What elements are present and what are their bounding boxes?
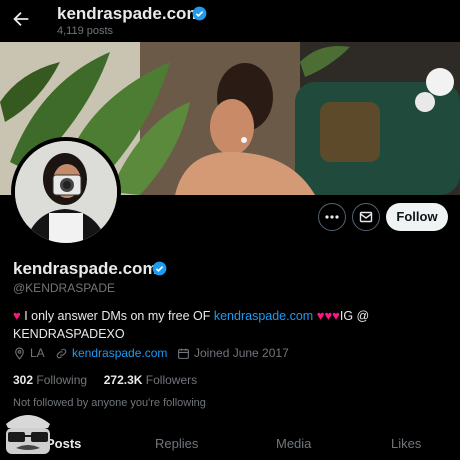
user-handle: @KENDRASPADE (13, 281, 115, 295)
join-date-text: Joined June 2017 (194, 346, 289, 360)
envelope-icon (359, 211, 373, 223)
display-name: kendraspade.com (13, 259, 158, 278)
follow-button[interactable]: Follow (386, 203, 448, 231)
heart-icon: ♥♥♥ (316, 308, 340, 323)
tab-media[interactable]: Media (276, 436, 311, 451)
bio-text: I only answer DMs on my free OF (24, 309, 211, 323)
tab-likes[interactable]: Likes (391, 436, 421, 451)
posts-count: 4,119 posts (57, 25, 114, 37)
calendar-icon (178, 348, 189, 359)
website[interactable]: kendraspade.com (55, 346, 167, 360)
avatar-photo (15, 141, 117, 243)
following-count: 302 (13, 373, 34, 387)
followers-label: Followers (145, 373, 198, 387)
followers-link[interactable]: 272.3K Followers (104, 373, 197, 387)
watermark-logo-icon (6, 415, 50, 454)
message-button[interactable] (352, 203, 380, 231)
bio-text: IG @ (339, 309, 370, 323)
followers-count: 272.3K (103, 373, 143, 387)
top-bar: kendraspade.com 4,119 posts (0, 0, 460, 42)
avatar[interactable] (11, 137, 121, 247)
heart-icon: ♥ (13, 308, 21, 323)
verified-badge-icon (152, 261, 167, 276)
link-icon (56, 348, 67, 358)
back-arrow-icon[interactable] (10, 8, 32, 30)
location: LA (13, 346, 45, 360)
more-options-button[interactable] (318, 203, 346, 231)
tab-replies[interactable]: Replies (155, 436, 198, 451)
follow-stats: 302 Following 272.3K Followers (13, 373, 197, 387)
profile-tabs: Posts Replies Media Likes (0, 428, 460, 460)
more-icon (325, 215, 339, 219)
header-title: kendraspade.com (57, 4, 202, 23)
location-text: LA (30, 346, 45, 360)
following-link[interactable]: 302 Following (13, 373, 87, 387)
verified-badge-icon (192, 6, 207, 21)
bio-text: KENDRASPADEXO (13, 327, 125, 341)
following-label: Following (36, 373, 88, 387)
location-pin-icon (15, 347, 24, 360)
bio: ♥ I only answer DMs on my free OF kendra… (13, 307, 443, 343)
join-date: Joined June 2017 (177, 346, 289, 360)
website-link[interactable]: kendraspade.com (72, 346, 167, 360)
bio-link[interactable]: kendraspade.com (214, 309, 313, 323)
